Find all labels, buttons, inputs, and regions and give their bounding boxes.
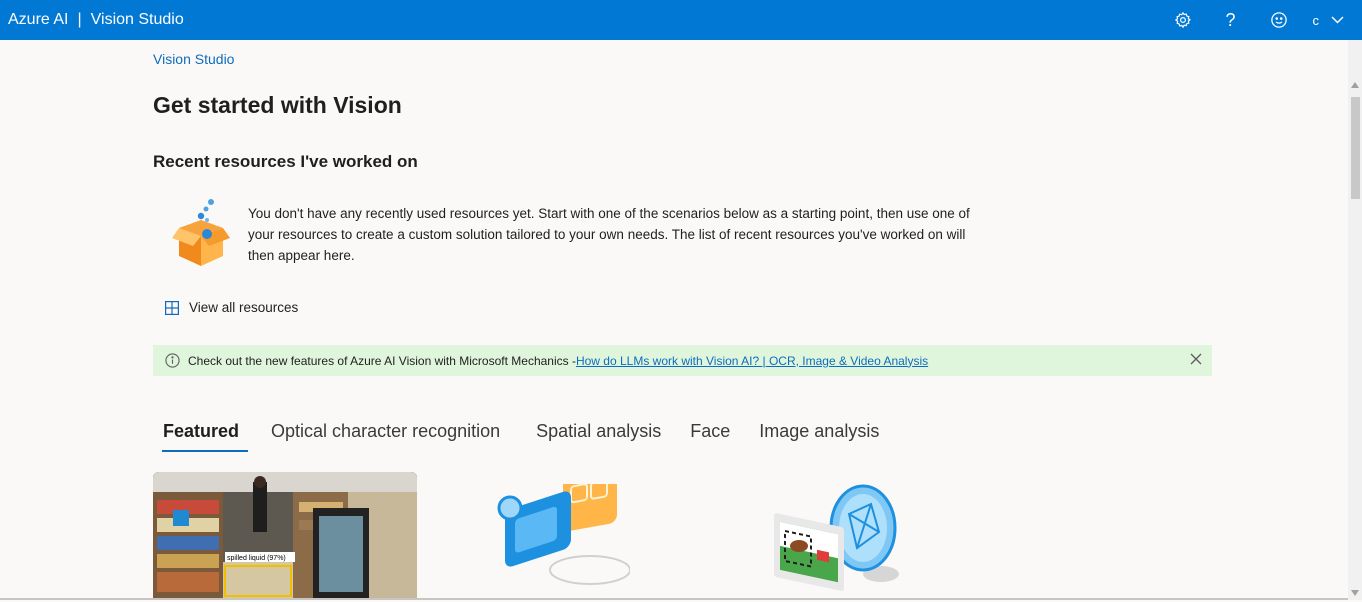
- banner-text: Check out the new features of Azure AI V…: [188, 354, 576, 368]
- chevron-down-icon: [1331, 16, 1344, 24]
- close-icon[interactable]: [1190, 353, 1202, 368]
- grid-icon: [165, 301, 179, 315]
- help-button[interactable]: ?: [1207, 0, 1255, 40]
- info-icon: [165, 353, 180, 368]
- tab-ocr[interactable]: Optical character recognition: [261, 420, 510, 452]
- tab-featured[interactable]: Featured: [153, 420, 249, 452]
- empty-state-message: You don't have any recently used resourc…: [248, 203, 988, 266]
- banner-link[interactable]: How do LLMs work with Vision AI? | OCR, …: [576, 354, 928, 368]
- page-scrollbar[interactable]: [1348, 40, 1362, 600]
- view-all-resources-link[interactable]: View all resources: [165, 300, 298, 315]
- gear-icon: [1174, 11, 1192, 29]
- empty-box-icon: [171, 196, 231, 268]
- scroll-up-icon[interactable]: [1351, 82, 1359, 88]
- product-name: Vision Studio: [91, 11, 184, 29]
- breadcrumb[interactable]: Vision Studio: [153, 51, 234, 67]
- scenario-tabs: Featured Optical character recognition S…: [153, 420, 889, 452]
- account-menu[interactable]: c: [1303, 13, 1362, 28]
- scroll-down-icon[interactable]: [1351, 590, 1359, 596]
- recent-resources-heading: Recent resources I've worked on: [153, 152, 418, 172]
- tab-image-analysis[interactable]: Image analysis: [749, 420, 889, 452]
- page-title: Get started with Vision: [153, 92, 402, 119]
- feedback-smiley-icon: [1270, 11, 1288, 29]
- detection-tag: spilled liquid (97%): [227, 555, 286, 562]
- settings-button[interactable]: [1159, 0, 1207, 40]
- brand-name: Azure AI: [8, 11, 68, 29]
- image-analysis-illustration[interactable]: [771, 484, 911, 602]
- tab-face[interactable]: Face: [680, 420, 740, 452]
- tab-spatial-analysis[interactable]: Spatial analysis: [526, 420, 671, 452]
- brand-separator: |: [77, 11, 81, 29]
- featured-card-store-image[interactable]: spilled liquid (97%): [153, 472, 417, 600]
- top-bar: Azure AI | Vision Studio ? c: [0, 0, 1362, 40]
- help-icon: ?: [1225, 10, 1235, 31]
- brand[interactable]: Azure AI | Vision Studio: [8, 11, 184, 29]
- account-initial: c: [1313, 13, 1320, 28]
- store-scene-image: spilled liquid (97%): [153, 472, 417, 600]
- info-banner: Check out the new features of Azure AI V…: [153, 345, 1212, 376]
- feedback-button[interactable]: [1255, 0, 1303, 40]
- view-all-resources-label: View all resources: [189, 300, 298, 315]
- scrollbar-thumb[interactable]: [1351, 97, 1360, 199]
- ocr-illustration[interactable]: [495, 484, 630, 602]
